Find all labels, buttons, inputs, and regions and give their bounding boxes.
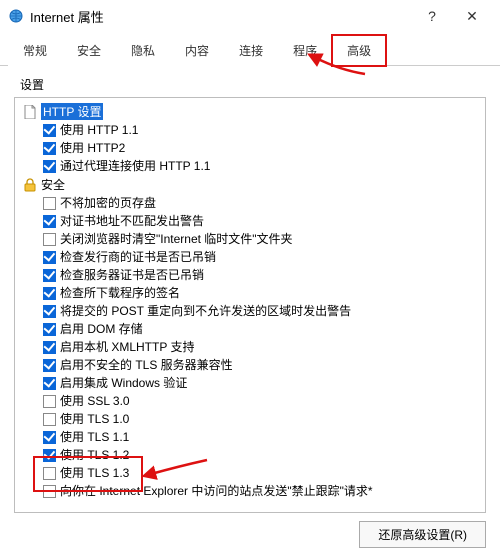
setting-label: 使用 SSL 3.0 — [60, 393, 130, 409]
setting-label: 启用不安全的 TLS 服务器兼容性 — [60, 357, 233, 373]
app-icon — [8, 8, 24, 24]
tab-5[interactable]: 程序 — [278, 35, 332, 66]
checkbox[interactable] — [43, 395, 56, 408]
tab-0[interactable]: 常规 — [8, 35, 62, 66]
titlebar: Internet 属性 ? ✕ — [0, 0, 500, 32]
setting-item[interactable]: 使用 TLS 1.3 — [23, 464, 483, 482]
tab-3[interactable]: 内容 — [170, 35, 224, 66]
setting-label: 启用集成 Windows 验证 — [60, 375, 187, 391]
setting-label: 使用 TLS 1.2 — [60, 447, 129, 463]
setting-item[interactable]: 使用 TLS 1.1 — [23, 428, 483, 446]
setting-item[interactable]: 使用 TLS 1.0 — [23, 410, 483, 428]
checkbox[interactable] — [43, 377, 56, 390]
category-security[interactable]: 安全 — [23, 175, 483, 194]
checkbox[interactable] — [43, 413, 56, 426]
setting-item[interactable]: 对证书地址不匹配发出警告 — [23, 212, 483, 230]
footer: 还原高级设置(R) — [0, 513, 500, 548]
setting-item[interactable]: 启用不安全的 TLS 服务器兼容性 — [23, 356, 483, 374]
setting-item[interactable]: 向你在 Internet Explorer 中访问的站点发送"禁止跟踪"请求* — [23, 482, 483, 500]
checkbox[interactable] — [43, 233, 56, 246]
tab-bar: 常规安全隐私内容连接程序高级 — [0, 34, 500, 66]
setting-label: 关闭浏览器时清空"Internet 临时文件"文件夹 — [60, 231, 293, 247]
setting-item[interactable]: 启用集成 Windows 验证 — [23, 374, 483, 392]
setting-label: 使用 TLS 1.3 — [60, 465, 129, 481]
settings-listbox[interactable]: HTTP 设置使用 HTTP 1.1 使用 HTTP2 通过代理连接使用 HTTP … — [14, 97, 486, 513]
setting-label: 使用 HTTP 1.1 — [60, 122, 138, 138]
setting-label: 通过代理连接使用 HTTP 1.1 — [60, 158, 210, 174]
setting-label: 检查服务器证书是否已吊销 — [60, 267, 204, 283]
checkbox[interactable] — [43, 287, 56, 300]
checkbox[interactable] — [43, 305, 56, 318]
setting-item[interactable]: 检查所下载程序的签名 — [23, 284, 483, 302]
checkbox[interactable] — [43, 269, 56, 282]
setting-item[interactable]: 检查服务器证书是否已吊销 — [23, 266, 483, 284]
tab-4[interactable]: 连接 — [224, 35, 278, 66]
checkbox[interactable] — [43, 467, 56, 480]
setting-label: 将提交的 POST 重定向到不允许发送的区域时发出警告 — [60, 303, 351, 319]
setting-item[interactable]: 关闭浏览器时清空"Internet 临时文件"文件夹 — [23, 230, 483, 248]
setting-label: 不将加密的页存盘 — [60, 195, 156, 211]
setting-item[interactable]: 使用 SSL 3.0 — [23, 392, 483, 410]
close-button[interactable]: ✕ — [452, 2, 492, 30]
setting-label: 向你在 Internet Explorer 中访问的站点发送"禁止跟踪"请求* — [60, 483, 373, 499]
tab-1[interactable]: 安全 — [62, 35, 116, 66]
category-label: HTTP 设置 — [41, 103, 103, 120]
tab-6[interactable]: 高级 — [332, 35, 386, 66]
setting-label: 使用 TLS 1.0 — [60, 411, 129, 427]
setting-item[interactable]: 使用 HTTP2 — [23, 139, 483, 157]
settings-label: 设置 — [20, 76, 500, 93]
checkbox[interactable] — [43, 251, 56, 264]
checkbox[interactable] — [43, 323, 56, 336]
setting-item[interactable]: 使用 HTTP 1.1 — [23, 121, 483, 139]
setting-item[interactable]: 不将加密的页存盘 — [23, 194, 483, 212]
checkbox[interactable] — [43, 341, 56, 354]
setting-item[interactable]: 将提交的 POST 重定向到不允许发送的区域时发出警告 — [23, 302, 483, 320]
setting-item[interactable]: 使用 TLS 1.2 — [23, 446, 483, 464]
window-title: Internet 属性 — [30, 7, 104, 26]
checkbox[interactable] — [43, 124, 56, 137]
setting-label: 启用本机 XMLHTTP 支持 — [60, 339, 194, 355]
category-http[interactable]: HTTP 设置 — [23, 102, 483, 121]
setting-label: 启用 DOM 存储 — [60, 321, 143, 337]
checkbox[interactable] — [43, 197, 56, 210]
setting-label: 使用 HTTP2 — [60, 140, 125, 156]
setting-item[interactable]: 启用 DOM 存储 — [23, 320, 483, 338]
tab-2[interactable]: 隐私 — [116, 35, 170, 66]
checkbox[interactable] — [43, 485, 56, 498]
category-label: 安全 — [41, 176, 65, 193]
checkbox[interactable] — [43, 160, 56, 173]
checkbox[interactable] — [43, 215, 56, 228]
setting-label: 检查发行商的证书是否已吊销 — [60, 249, 216, 265]
setting-label: 检查所下载程序的签名 — [60, 285, 180, 301]
lock-icon — [23, 178, 37, 192]
checkbox[interactable] — [43, 359, 56, 372]
checkbox[interactable] — [43, 142, 56, 155]
setting-item[interactable]: 启用本机 XMLHTTP 支持 — [23, 338, 483, 356]
setting-item[interactable]: 检查发行商的证书是否已吊销 — [23, 248, 483, 266]
setting-label: 对证书地址不匹配发出警告 — [60, 213, 204, 229]
setting-label: 使用 TLS 1.1 — [60, 429, 129, 445]
setting-item[interactable]: 通过代理连接使用 HTTP 1.1 — [23, 157, 483, 175]
doc-icon — [23, 105, 37, 119]
checkbox[interactable] — [43, 431, 56, 444]
restore-defaults-button[interactable]: 还原高级设置(R) — [359, 521, 486, 548]
help-button[interactable]: ? — [412, 2, 452, 30]
checkbox[interactable] — [43, 449, 56, 462]
